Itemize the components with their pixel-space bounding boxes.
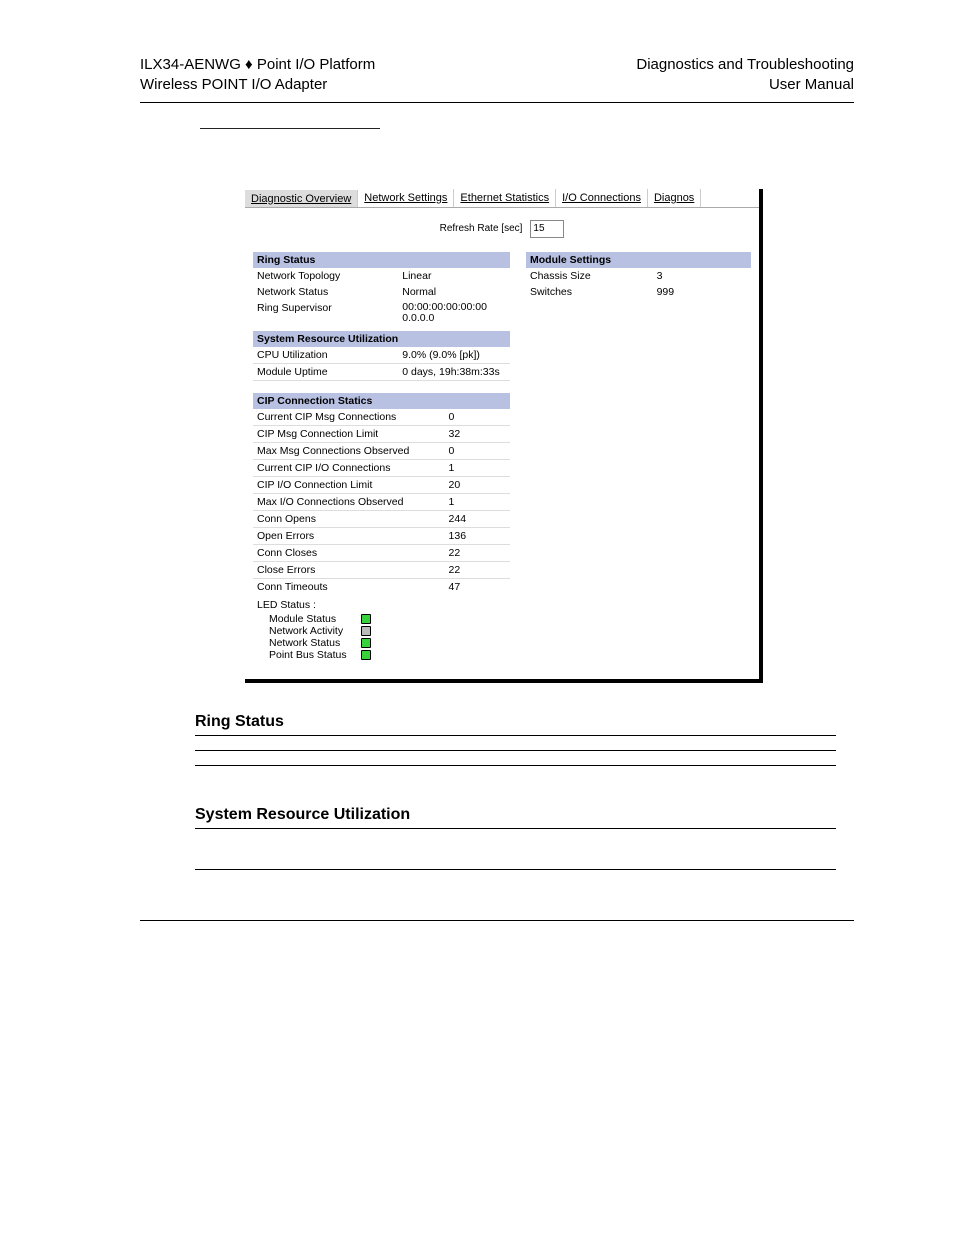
led-module-status: Module Status xyxy=(269,613,506,625)
led-icon xyxy=(361,650,371,660)
page-header: ILX34-AENWG ♦ Point I/O Platform Wireles… xyxy=(140,55,854,96)
row-open-errors: Open Errors136 xyxy=(253,528,510,545)
header-right-line1: Diagnostics and Troubleshooting xyxy=(636,55,854,75)
row-close-errors: Close Errors22 xyxy=(253,562,510,579)
tab-io-connections[interactable]: I/O Connections xyxy=(556,189,648,207)
header-left-line1: ILX34-AENWG ♦ Point I/O Platform xyxy=(140,55,375,75)
refresh-rate-label: Refresh Rate [sec] xyxy=(440,223,523,234)
group-ring-status: Ring Status xyxy=(253,252,510,268)
group-cip-connection: CIP Connection Statics xyxy=(253,393,510,409)
row-network-status: Network Status Normal xyxy=(253,284,510,300)
row-current-cip-msg: Current CIP Msg Connections0 xyxy=(253,409,510,426)
row-cip-msg-limit: CIP Msg Connection Limit32 xyxy=(253,426,510,443)
section-ring-status-title: Ring Status xyxy=(195,713,836,731)
tab-network-settings[interactable]: Network Settings xyxy=(358,189,454,207)
led-network-activity: Network Activity xyxy=(269,625,506,637)
tab-ethernet-statistics[interactable]: Ethernet Statistics xyxy=(454,189,556,207)
section-rule xyxy=(195,869,836,870)
header-rule xyxy=(140,102,854,103)
tab-diagnostic-overview[interactable]: Diagnostic Overview xyxy=(245,190,358,208)
led-status-block: LED Status : Module Status Network Activ… xyxy=(253,595,510,671)
row-ring-supervisor: Ring Supervisor 00:00:00:00:00:00 0.0.0.… xyxy=(253,300,510,327)
group-system-resource: System Resource Utilization xyxy=(253,331,510,347)
row-max-io-observed: Max I/O Connections Observed1 xyxy=(253,494,510,511)
row-cpu-utilization: CPU Utilization 9.0% (9.0% [pk]) xyxy=(253,347,510,364)
section-rule xyxy=(195,750,836,751)
header-left-line2: Wireless POINT I/O Adapter xyxy=(140,75,375,95)
row-conn-closes: Conn Closes22 xyxy=(253,545,510,562)
led-network-status: Network Status xyxy=(269,637,506,649)
row-current-cip-io: Current CIP I/O Connections1 xyxy=(253,460,510,477)
row-module-uptime: Module Uptime 0 days, 19h:38m:33s xyxy=(253,364,510,381)
led-icon xyxy=(361,638,371,648)
row-switches: Switches 999 xyxy=(526,284,751,300)
led-status-title: LED Status : xyxy=(257,599,506,611)
refresh-rate-input[interactable] xyxy=(530,220,564,238)
row-cip-io-limit: CIP I/O Connection Limit20 xyxy=(253,477,510,494)
section-rule xyxy=(195,765,836,766)
row-conn-opens: Conn Opens244 xyxy=(253,511,510,528)
section-underline xyxy=(200,128,380,129)
led-point-bus-status: Point Bus Status xyxy=(269,649,506,661)
tab-bar: Diagnostic Overview Network Settings Eth… xyxy=(245,189,759,208)
tab-diagnostics-truncated[interactable]: Diagnos xyxy=(648,189,701,207)
refresh-rate-row: Refresh Rate [sec] xyxy=(245,208,759,248)
header-right-line2: User Manual xyxy=(636,75,854,95)
row-network-topology: Network Topology Linear xyxy=(253,268,510,284)
led-icon xyxy=(361,614,371,624)
diagnostic-screenshot: Diagnostic Overview Network Settings Eth… xyxy=(245,189,763,683)
led-icon xyxy=(361,626,371,636)
section-rule xyxy=(195,828,836,829)
group-module-settings: Module Settings xyxy=(526,252,751,268)
row-chassis-size: Chassis Size 3 xyxy=(526,268,751,284)
footer-rule xyxy=(140,920,854,921)
section-system-resource-title: System Resource Utilization xyxy=(195,806,836,824)
section-rule xyxy=(195,735,836,736)
row-conn-timeouts: Conn Timeouts47 xyxy=(253,579,510,595)
row-max-msg-observed: Max Msg Connections Observed0 xyxy=(253,443,510,460)
